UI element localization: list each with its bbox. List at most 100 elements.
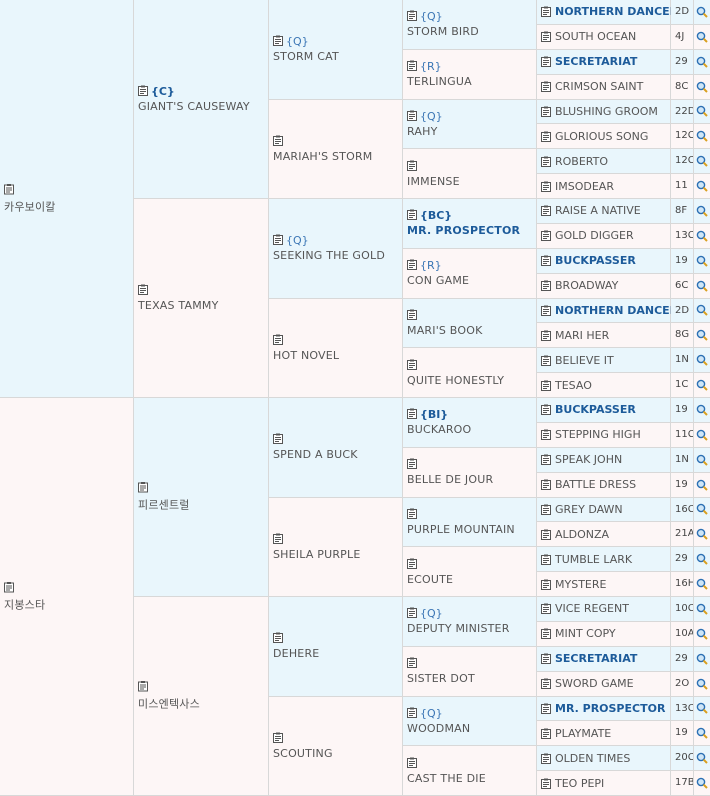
horse-name[interactable]: BLUSHING GROOM bbox=[555, 105, 658, 118]
horse-name[interactable]: SHEILA PURPLE bbox=[273, 548, 400, 561]
clipboard-icon[interactable] bbox=[541, 454, 551, 466]
clipboard-icon[interactable] bbox=[138, 681, 148, 692]
clipboard-icon[interactable] bbox=[541, 305, 551, 316]
pedigree-cell-g2-2[interactable]: TEXAS TAMMY bbox=[134, 199, 269, 398]
magnifier-icon[interactable] bbox=[694, 746, 710, 772]
clipboard-icon[interactable] bbox=[4, 183, 14, 194]
horse-name[interactable]: MINT COPY bbox=[555, 627, 616, 640]
clipboard-icon[interactable] bbox=[407, 508, 417, 519]
pedigree-cell-g5-7[interactable]: ROBERTO bbox=[537, 149, 671, 175]
horse-name[interactable]: MARI HER bbox=[555, 329, 609, 342]
pedigree-cell-g5-16[interactable]: TESAO bbox=[537, 373, 671, 398]
clipboard-icon[interactable] bbox=[541, 678, 551, 690]
magnifier-icon[interactable] bbox=[694, 646, 710, 672]
pedigree-cell-g5-11[interactable]: BUCKPASSER bbox=[537, 248, 671, 274]
horse-name[interactable]: TESAO bbox=[555, 379, 592, 392]
pedigree-cell-g4-2[interactable]: {R} TERLINGUA bbox=[403, 49, 537, 100]
horse-name[interactable]: MARIAH'S STORM bbox=[273, 150, 400, 163]
pedigree-cell-g3-2[interactable]: MARIAH'S STORM bbox=[269, 99, 403, 199]
magnifier-icon[interactable] bbox=[694, 24, 710, 50]
pedigree-cell-g5-2[interactable]: SOUTH OCEAN bbox=[537, 24, 671, 50]
horse-name[interactable]: GLORIOUS SONG bbox=[555, 130, 648, 143]
clipboard-icon[interactable] bbox=[407, 408, 417, 420]
horse-name[interactable]: PLAYMATE bbox=[555, 727, 611, 740]
magnifier-icon[interactable] bbox=[694, 174, 710, 199]
magnifier-icon[interactable] bbox=[694, 99, 710, 125]
clipboard-icon[interactable] bbox=[541, 156, 551, 167]
horse-name[interactable]: SECRETARIAT bbox=[555, 652, 637, 665]
pedigree-cell-g3-1[interactable]: {Q} STORM CAT bbox=[269, 0, 403, 100]
horse-name[interactable]: TEO PEPI bbox=[555, 777, 604, 790]
pedigree-cell-g5-10[interactable]: GOLD DIGGER bbox=[537, 223, 671, 249]
pedigree-cell-g5-24[interactable]: MYSTERE bbox=[537, 572, 671, 597]
clipboard-icon[interactable] bbox=[273, 732, 283, 743]
pedigree-cell-g5-3[interactable]: SECRETARIAT bbox=[537, 49, 671, 75]
clipboard-icon[interactable] bbox=[273, 533, 283, 544]
clipboard-icon[interactable] bbox=[541, 504, 551, 515]
horse-name[interactable]: NORTHERN DANCER bbox=[555, 5, 678, 18]
pedigree-cell-g5-1[interactable]: NORTHERN DANCER bbox=[537, 0, 678, 25]
clipboard-icon[interactable] bbox=[407, 10, 417, 22]
pedigree-cell-g5-19[interactable]: SPEAK JOHN bbox=[537, 447, 671, 473]
magnifier-icon[interactable] bbox=[694, 149, 710, 175]
magnifier-icon[interactable] bbox=[694, 572, 710, 597]
horse-name[interactable]: SECRETARIAT bbox=[555, 55, 637, 68]
clipboard-icon[interactable] bbox=[407, 657, 417, 669]
pedigree-cell-g4-4[interactable]: IMMENSE bbox=[403, 149, 537, 199]
horse-name[interactable]: GIANT'S CAUSEWAY bbox=[138, 100, 266, 113]
horse-name[interactable]: BATTLE DRESS bbox=[555, 478, 636, 491]
pedigree-cell-g5-9[interactable]: RAISE A NATIVE bbox=[537, 199, 671, 224]
horse-name[interactable]: QUITE HONESTLY bbox=[407, 374, 534, 387]
pedigree-cell-g4-8[interactable]: QUITE HONESTLY bbox=[403, 348, 537, 398]
magnifier-icon[interactable] bbox=[694, 547, 710, 573]
clipboard-icon[interactable] bbox=[541, 753, 551, 764]
pedigree-cell-g3-3[interactable]: {Q} SEEKING THE GOLD bbox=[269, 199, 403, 299]
clipboard-icon[interactable] bbox=[407, 110, 417, 121]
pedigree-cell-g1-1[interactable]: 카우보이칼 bbox=[0, 0, 134, 398]
clipboard-icon[interactable] bbox=[541, 778, 551, 789]
horse-name[interactable]: WOODMAN bbox=[407, 722, 534, 735]
pedigree-cell-g4-7[interactable]: MARI'S BOOK bbox=[403, 298, 537, 349]
magnifier-icon[interactable] bbox=[694, 199, 710, 224]
horse-name[interactable]: HOT NOVEL bbox=[273, 349, 400, 362]
horse-name[interactable]: GOLD DIGGER bbox=[555, 229, 634, 242]
pedigree-cell-g5-23[interactable]: TUMBLE LARK bbox=[537, 547, 671, 573]
clipboard-icon[interactable] bbox=[541, 579, 551, 590]
pedigree-cell-g5-22[interactable]: ALDONZA bbox=[537, 522, 671, 548]
magnifier-icon[interactable] bbox=[694, 522, 710, 548]
magnifier-icon[interactable] bbox=[694, 721, 710, 747]
horse-name[interactable]: BROADWAY bbox=[555, 279, 618, 292]
pedigree-cell-g1-2[interactable]: 지봉스타 bbox=[0, 398, 134, 796]
horse-name[interactable]: 카우보이칼 bbox=[4, 198, 131, 214]
pedigree-cell-g5-32[interactable]: TEO PEPI bbox=[537, 771, 671, 796]
pedigree-cell-g5-30[interactable]: PLAYMATE bbox=[537, 721, 671, 747]
horse-name[interactable]: STORM CAT bbox=[273, 50, 400, 63]
clipboard-icon[interactable] bbox=[138, 284, 148, 295]
clipboard-icon[interactable] bbox=[541, 728, 551, 739]
horse-name[interactable]: RAISE A NATIVE bbox=[555, 204, 641, 217]
clipboard-icon[interactable] bbox=[407, 309, 417, 320]
pedigree-cell-g5-21[interactable]: GREY DAWN bbox=[537, 497, 671, 523]
pedigree-cell-g4-16[interactable]: CAST THE DIE bbox=[403, 746, 537, 796]
pedigree-cell-g5-14[interactable]: MARI HER bbox=[537, 323, 671, 349]
clipboard-icon[interactable] bbox=[541, 131, 551, 142]
pedigree-cell-g4-3[interactable]: {Q} RAHY bbox=[403, 99, 537, 150]
magnifier-icon[interactable] bbox=[694, 0, 710, 25]
magnifier-icon[interactable] bbox=[694, 323, 710, 349]
horse-name[interactable]: BUCKPASSER bbox=[555, 403, 636, 416]
magnifier-icon[interactable] bbox=[694, 248, 710, 274]
clipboard-icon[interactable] bbox=[541, 205, 551, 217]
pedigree-cell-g5-31[interactable]: OLDEN TIMES bbox=[537, 746, 671, 772]
horse-name[interactable]: SPEND A BUCK bbox=[273, 448, 400, 461]
horse-name[interactable]: CAST THE DIE bbox=[407, 772, 534, 785]
horse-name[interactable]: OLDEN TIMES bbox=[555, 752, 630, 765]
horse-name[interactable]: PURPLE MOUNTAIN bbox=[407, 523, 534, 536]
clipboard-icon[interactable] bbox=[541, 280, 551, 292]
horse-name[interactable]: 피르센트럴 bbox=[138, 497, 266, 513]
magnifier-icon[interactable] bbox=[694, 771, 710, 796]
horse-name[interactable]: MYSTERE bbox=[555, 578, 606, 591]
clipboard-icon[interactable] bbox=[407, 707, 417, 718]
horse-name[interactable]: 미스엔텍사스 bbox=[138, 696, 266, 712]
magnifier-icon[interactable] bbox=[694, 597, 710, 622]
clipboard-icon[interactable] bbox=[541, 56, 551, 68]
